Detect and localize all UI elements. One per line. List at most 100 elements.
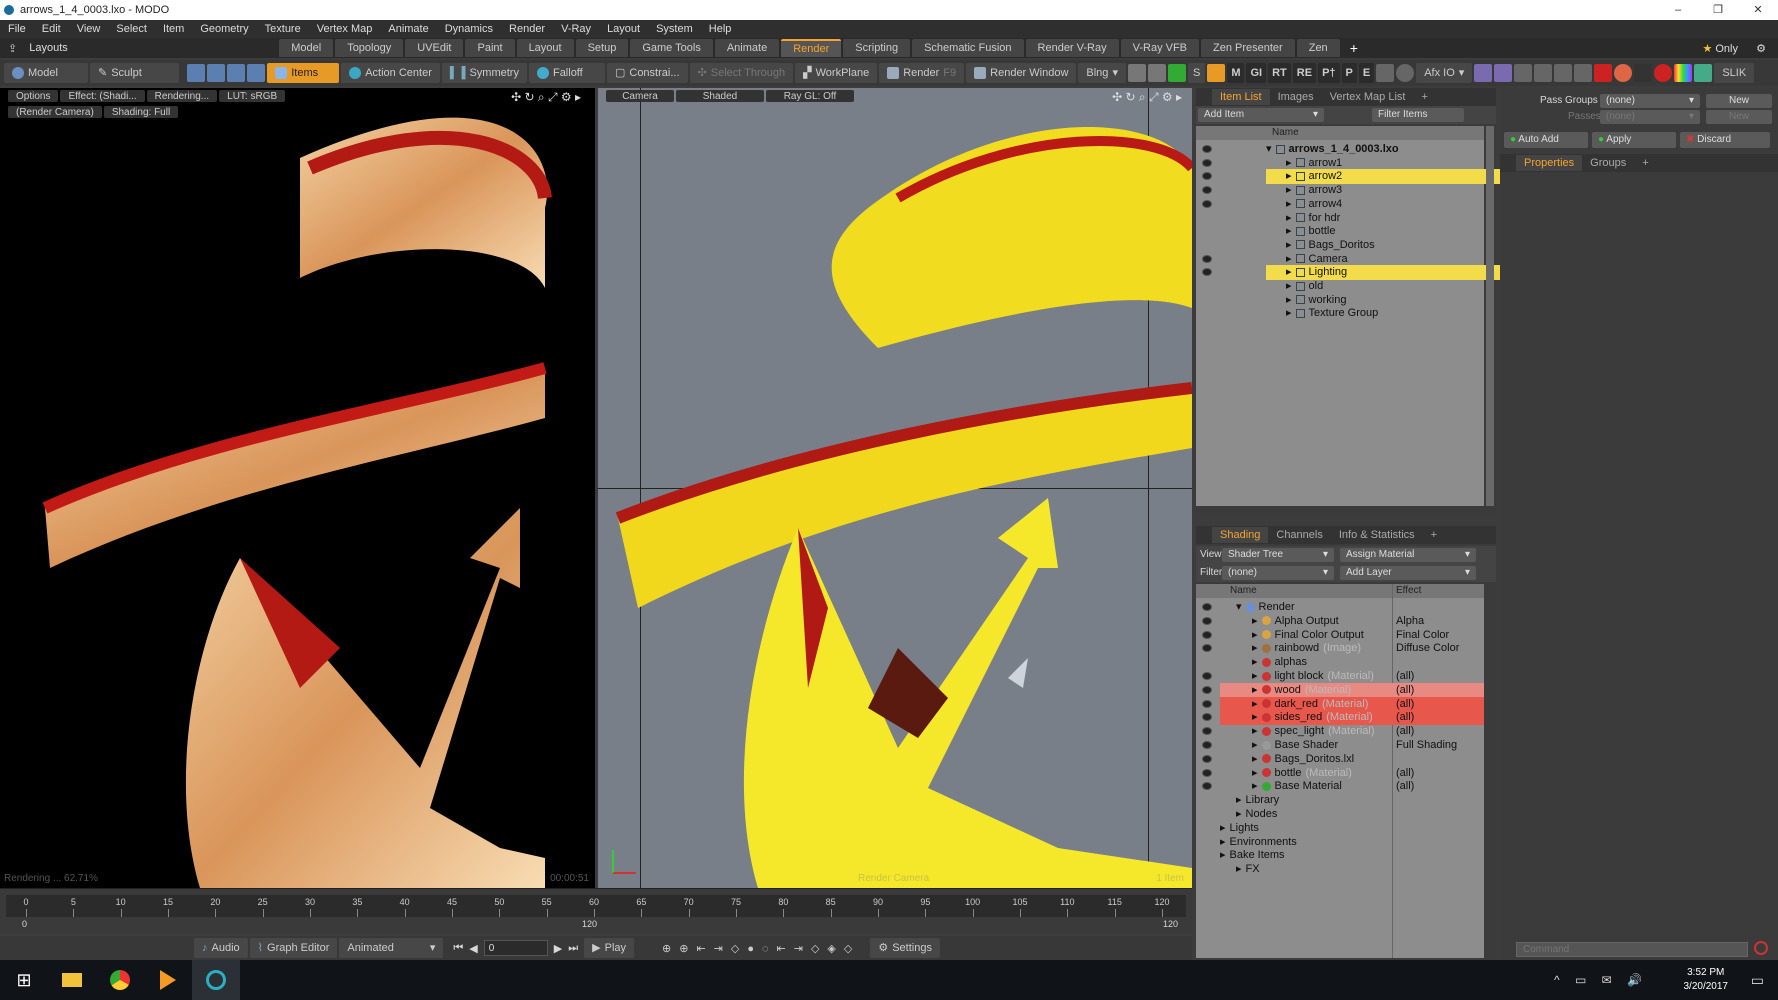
expand-arrow-icon[interactable]: ▸ <box>1252 642 1258 654</box>
add-item-dropdown[interactable]: Add Item ▾ <box>1198 108 1324 122</box>
shader-row[interactable]: ▸ spec_light (Material) (all) <box>1220 724 1484 739</box>
red-dot-icon[interactable] <box>1654 64 1673 82</box>
shader-row[interactable]: ▸ dark_red (Material) (all) <box>1220 696 1484 712</box>
menu-texture[interactable]: Texture <box>257 23 309 35</box>
menu-item[interactable]: Item <box>155 23 192 35</box>
red-plus-icon[interactable] <box>1594 64 1613 82</box>
square-icon[interactable] <box>1376 64 1395 82</box>
edges-icon[interactable] <box>207 64 226 82</box>
tab-paint[interactable]: Paint <box>465 39 515 57</box>
file-explorer-icon[interactable] <box>48 960 96 1000</box>
expand-arrow-icon[interactable]: ▸ <box>1286 294 1292 306</box>
key-tools-icons[interactable]: ⊕⊕⇤⇥◇●◌⇤⇥◇◈◇ <box>662 942 860 955</box>
expand-arrow-icon[interactable]: ▸ <box>1252 684 1258 696</box>
shader-row[interactable]: ▸ Bake Items <box>1220 848 1484 863</box>
layouts-label[interactable]: Layouts <box>29 42 279 54</box>
letter-p-button[interactable]: P <box>1341 63 1357 83</box>
clapper-icon[interactable] <box>1147 64 1166 82</box>
assign-material-dropdown[interactable]: Assign Material ▾ <box>1340 548 1476 562</box>
windows-start-icon[interactable]: ⊞ <box>0 960 48 1000</box>
menu-system[interactable]: System <box>648 23 701 35</box>
close-button[interactable]: ✕ <box>1738 0 1778 20</box>
visibility-eye-icon[interactable] <box>1202 782 1212 791</box>
falloff-button[interactable]: Falloff <box>528 63 605 83</box>
visibility-eye-icon[interactable] <box>1202 699 1212 708</box>
expand-arrow-icon[interactable]: ▸ <box>1286 225 1292 237</box>
tab-schematic-fusion[interactable]: Schematic Fusion <box>912 39 1024 57</box>
visibility-eye-icon[interactable] <box>1202 741 1212 749</box>
camera-icon[interactable] <box>1127 64 1146 82</box>
visibility-eye-icon[interactable] <box>1202 186 1212 195</box>
dark-icon[interactable] <box>1634 64 1653 82</box>
letter-rt-button[interactable]: RT <box>1268 63 1291 83</box>
visibility-eye-icon[interactable] <box>1202 172 1212 181</box>
tab-item-list[interactable]: Item List <box>1212 89 1270 105</box>
polygons-icon[interactable] <box>227 64 246 82</box>
expand-arrow-icon[interactable]: ▸ <box>1252 739 1258 751</box>
vertices-icon[interactable] <box>187 64 206 82</box>
discard-button[interactable]: ✖ Discard <box>1680 132 1770 148</box>
shader-row[interactable]: ▸ Library <box>1220 793 1484 808</box>
expand-arrow-icon[interactable]: ▸ <box>1286 307 1292 319</box>
visibility-eye-icon[interactable] <box>1202 603 1212 611</box>
tab-uvedit[interactable]: UVEdit <box>405 39 464 57</box>
shader-row[interactable]: ▸ Lights <box>1220 821 1484 836</box>
expand-arrow-icon[interactable]: ▸ <box>1252 725 1258 737</box>
step-back-icon[interactable]: ◀ <box>469 942 477 955</box>
menu-layout[interactable]: Layout <box>599 23 648 35</box>
materials-icon[interactable] <box>247 64 266 82</box>
frame-orange-icon[interactable] <box>1207 64 1226 82</box>
view-dropdown[interactable]: Shader Tree ▾ <box>1222 548 1334 562</box>
symmetry-button[interactable]: ▌▐ Symmetry <box>441 63 527 83</box>
expand-arrow-icon[interactable]: ▸ <box>1252 711 1258 723</box>
frame-input[interactable] <box>483 940 548 956</box>
tab-topology[interactable]: Topology <box>335 39 404 57</box>
letter-pt-button[interactable]: P† <box>1318 63 1340 83</box>
shader-row[interactable]: ▸ Environments <box>1220 835 1484 850</box>
item-list-tree[interactable]: Name ▾ arrows_1_4_0003.lxo ▸ arrow1 ▸ arrow2 ▸… <box>1196 126 1518 506</box>
visibility-eye-icon[interactable] <box>1202 254 1212 263</box>
visibility-eye-icon[interactable] <box>1202 685 1212 694</box>
rainbow-icon[interactable] <box>1674 64 1693 82</box>
options-button[interactable]: Options <box>8 90 59 102</box>
animated-dropdown[interactable]: Animated ▾ <box>339 938 444 958</box>
render-window-button[interactable]: Render Window <box>966 63 1077 83</box>
grid-icon[interactable] <box>1534 64 1553 82</box>
render-button[interactable]: Render F9 <box>879 63 965 83</box>
play-button[interactable]: ▶ Play <box>584 938 635 958</box>
view-shaded-dropdown[interactable]: Shaded <box>676 90 764 102</box>
workplane-button[interactable]: ▞ WorkPlane <box>795 63 878 83</box>
shader-row[interactable]: ▸ Nodes <box>1220 807 1484 822</box>
s-button[interactable]: S <box>1187 63 1206 83</box>
expand-arrow-icon[interactable]: ▾ <box>1266 143 1272 155</box>
media-player-icon[interactable] <box>144 960 192 1000</box>
help-icon[interactable] <box>1396 64 1415 82</box>
compass-icon[interactable] <box>1694 64 1713 82</box>
expand-arrow-icon[interactable]: ▸ <box>1286 198 1292 210</box>
only-toggle[interactable]: ★ Only <box>1702 42 1738 55</box>
tab-vray-vfb[interactable]: V-Ray VFB <box>1120 39 1200 57</box>
layouts-icon[interactable]: ⇪ <box>8 42 17 55</box>
chrome-icon[interactable] <box>96 960 144 1000</box>
pass-groups-dropdown[interactable]: (none) ▾ <box>1600 94 1700 108</box>
shader-row[interactable]: ▸ Base Material (all) <box>1220 779 1484 794</box>
expand-arrow-icon[interactable]: ▸ <box>1252 698 1258 710</box>
add-layer-dropdown[interactable]: Add Layer ▾ <box>1340 566 1476 580</box>
gear-icon[interactable]: ⚙ <box>1756 42 1766 55</box>
shader-row[interactable]: ▸ FX <box>1220 862 1484 877</box>
visibility-eye-icon[interactable] <box>1202 672 1212 680</box>
hammer-icon[interactable] <box>1574 64 1593 82</box>
select-lasso-icon[interactable] <box>1494 64 1513 82</box>
model-mode-button[interactable]: Model <box>4 63 88 83</box>
tab-layout[interactable]: Layout <box>516 39 574 57</box>
menu-animate[interactable]: Animate <box>380 23 436 35</box>
expand-arrow-icon[interactable]: ▸ <box>1252 753 1258 765</box>
visibility-eye-icon[interactable] <box>1202 768 1212 777</box>
clock[interactable]: 3:52 PM 3/20/2017 <box>1684 966 1729 994</box>
passes-dropdown[interactable]: (none) ▾ <box>1600 110 1700 124</box>
menu-render[interactable]: Render <box>501 23 553 35</box>
afx-io-dropdown[interactable]: Afx IO ▾ <box>1416 63 1473 83</box>
filter-items-input[interactable]: Filter Items <box>1372 108 1464 122</box>
add-tab-icon[interactable]: + <box>1634 155 1656 171</box>
expand-arrow-icon[interactable]: ▸ <box>1252 780 1258 792</box>
